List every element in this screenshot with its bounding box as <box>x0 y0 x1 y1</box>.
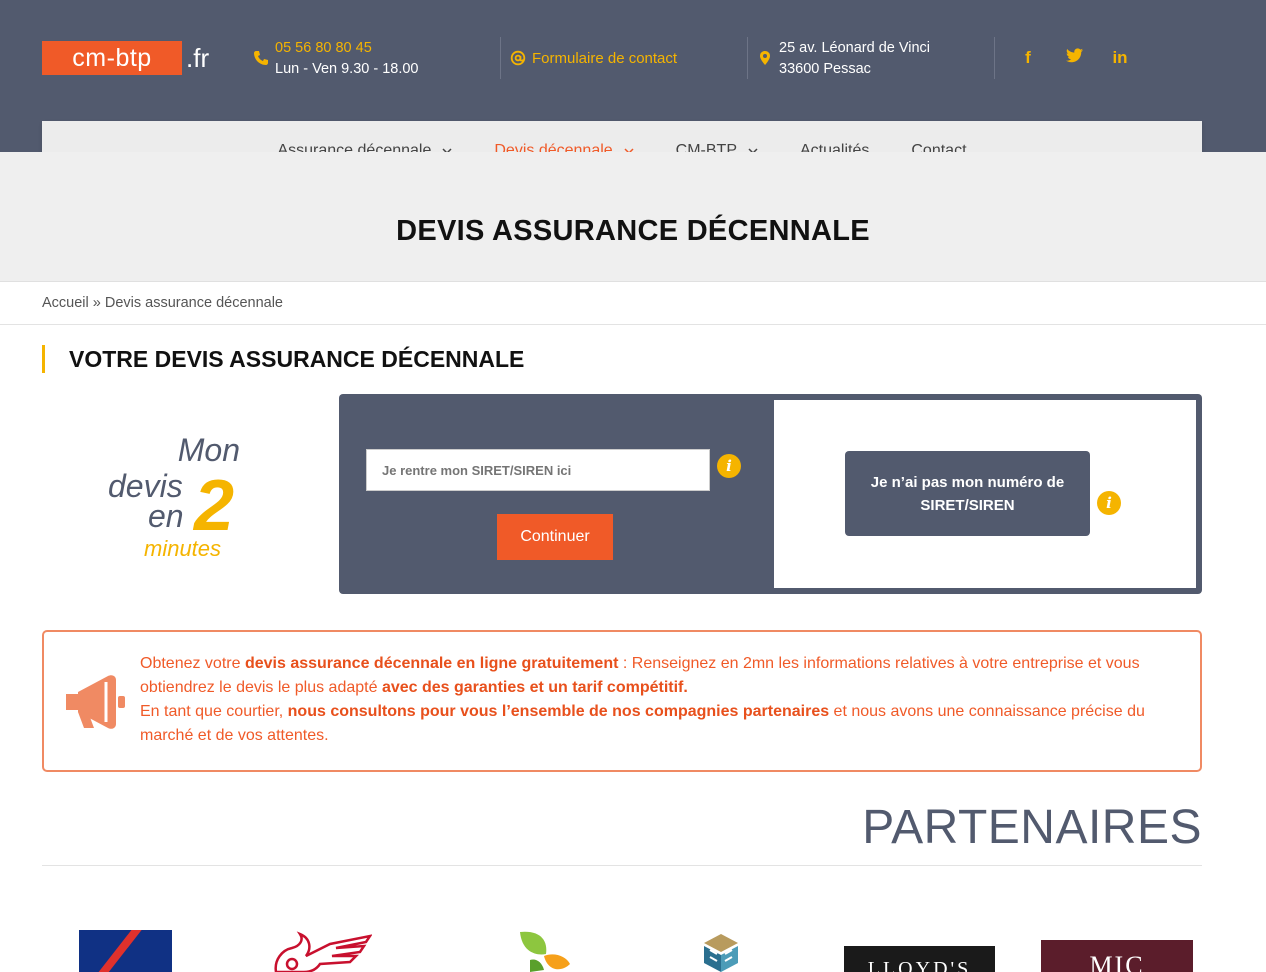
leaf-logo[interactable] <box>516 930 574 972</box>
site-logo[interactable]: cm-btp .fr <box>42 41 209 75</box>
header-divider <box>500 37 501 79</box>
page-title: DEVIS ASSURANCE DÉCENNALE <box>396 215 870 247</box>
info-icon[interactable]: i <box>1097 491 1121 515</box>
twitter-icon[interactable] <box>1051 48 1097 68</box>
contact-form-label: Formulaire de contact <box>532 50 678 67</box>
phone-icon <box>253 50 269 66</box>
address-line-1: 25 av. Léonard de Vinci <box>779 40 931 56</box>
promo-minutes: minutes <box>144 536 222 561</box>
social-links: f in <box>1005 48 1143 68</box>
continue-button[interactable]: Continuer <box>497 514 613 560</box>
siret-input[interactable] <box>366 449 710 491</box>
lloyds-logo[interactable]: LLOYD'S <box>844 946 995 972</box>
address: 25 av. Léonard de Vinci 33600 Pessac <box>757 38 930 80</box>
map-pin-icon <box>757 50 773 66</box>
megaphone-icon <box>66 675 125 729</box>
two-minutes-promo: Mon devis en 2 minutes <box>104 432 254 562</box>
phone-number[interactable]: 05 56 80 80 45 <box>275 38 419 59</box>
breadcrumb-divider <box>0 324 1266 325</box>
address-line-2: 33600 Pessac <box>779 61 871 77</box>
opening-hours: Lun - Ven 9.30 - 18.00 <box>275 61 419 77</box>
generali-logo[interactable] <box>270 930 372 972</box>
cube-logo[interactable] <box>700 930 742 972</box>
breadcrumb[interactable]: Accueil » Devis assurance décennale <box>42 295 283 311</box>
mic-logo[interactable]: MIC <box>1041 940 1193 972</box>
notice-emphasis: nous consultons pour vous l’ensemble de … <box>287 703 830 720</box>
notice-emphasis: avec des garanties et un tarif compétiti… <box>381 679 688 696</box>
partners-title: PARTENAIRES <box>862 801 1202 854</box>
header-divider <box>994 37 995 79</box>
section-title: VOTRE DEVIS ASSURANCE DÉCENNALE <box>42 345 524 373</box>
promo-two: 2 <box>194 466 235 546</box>
notice-text-segment: En tant que courtier, <box>140 703 288 720</box>
linkedin-icon[interactable]: in <box>1097 48 1143 68</box>
header-divider <box>747 37 748 79</box>
logo-main: cm-btp <box>42 41 182 75</box>
notice-emphasis: devis assurance décennale en ligne gratu… <box>244 655 619 672</box>
contact-form-link[interactable]: Formulaire de contact <box>510 48 677 69</box>
notice-text: Obtenez votre devis assurance décennale … <box>140 652 1180 748</box>
axa-logo[interactable] <box>79 930 172 972</box>
logo-tld: .fr <box>186 42 210 73</box>
phone-contact: 05 56 80 80 45 Lun - Ven 9.30 - 18.00 <box>253 38 419 80</box>
no-siret-button[interactable]: Je n’ai pas mon numéro de SIRET/SIREN <box>845 451 1090 536</box>
facebook-icon[interactable]: f <box>1005 48 1051 68</box>
partners-divider <box>42 865 1202 866</box>
info-icon[interactable]: i <box>717 454 741 478</box>
notice-text-segment: Obtenez votre <box>140 655 245 672</box>
promo-en: en <box>148 498 184 534</box>
promo-mon: Mon <box>177 432 240 468</box>
at-icon <box>510 50 526 66</box>
